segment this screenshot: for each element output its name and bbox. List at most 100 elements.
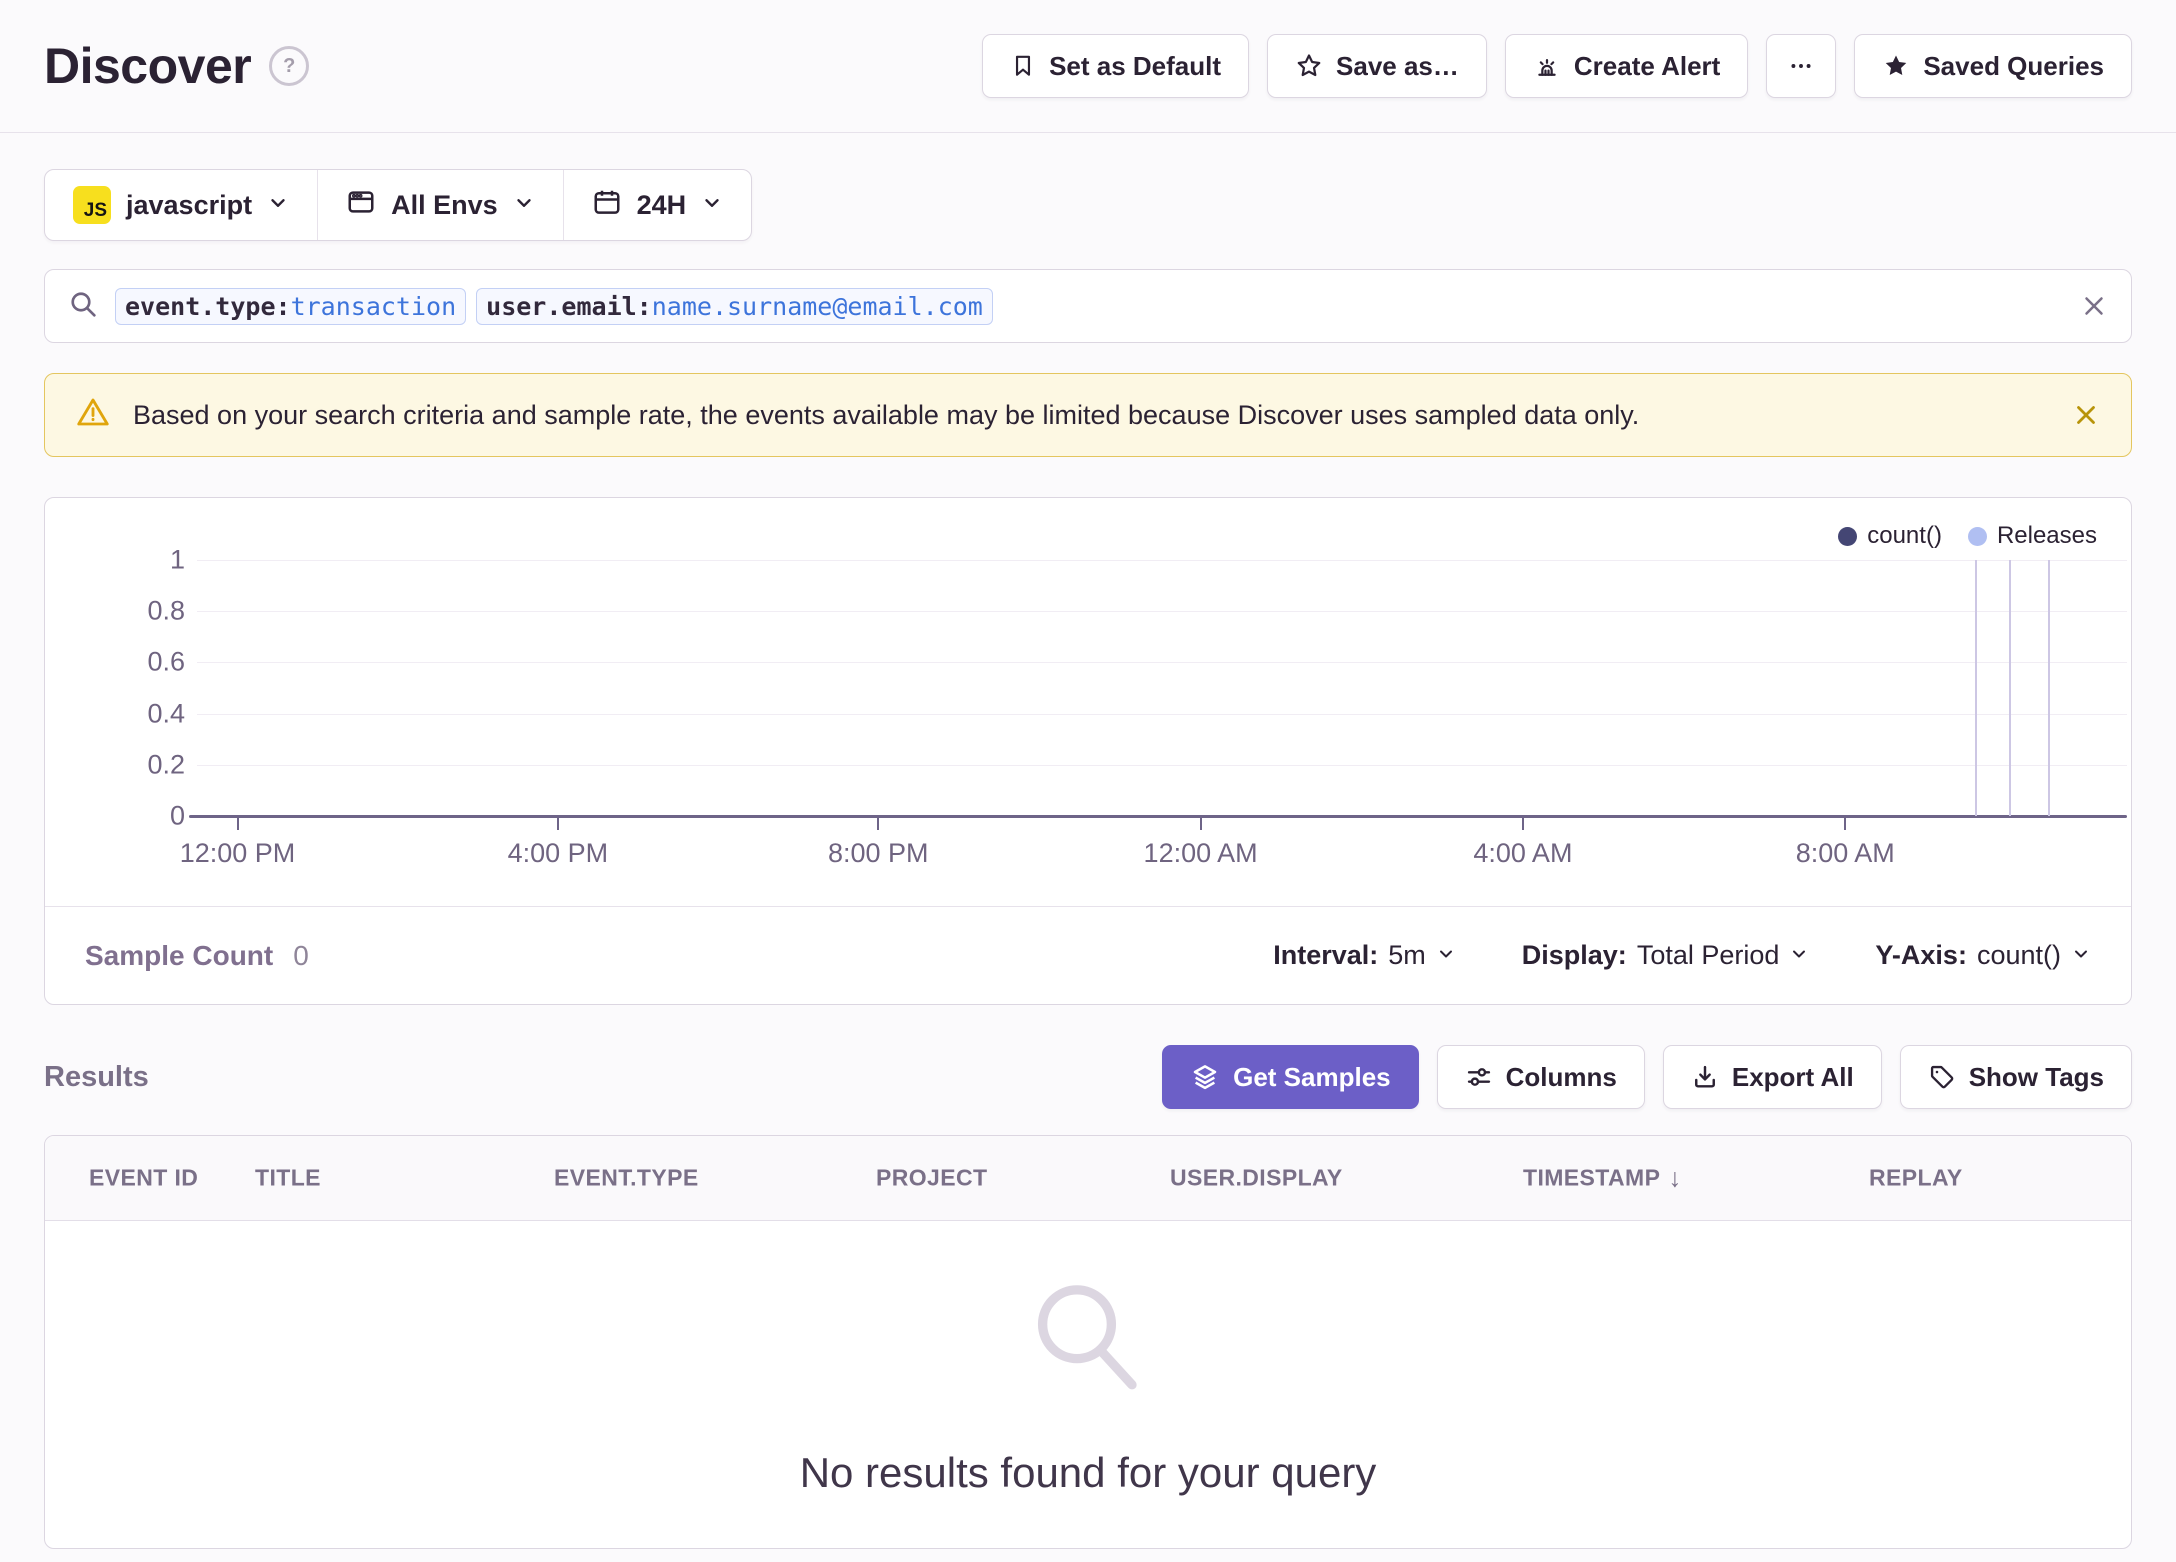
- chart-legend: count() Releases: [1838, 522, 2097, 550]
- y-axis-tick-label: 0.6: [147, 646, 185, 677]
- interval-value: 5m: [1388, 940, 1426, 970]
- button-label: Set as Default: [1049, 50, 1222, 81]
- y-axis-tick-label: 0: [169, 800, 185, 831]
- display-label: Display:: [1521, 940, 1627, 970]
- dismiss-warning-button[interactable]: [2071, 400, 2101, 430]
- release-lines: [197, 560, 2127, 816]
- chevron-down-icon: [1436, 940, 1456, 971]
- legend-label: Releases: [1996, 522, 2097, 549]
- get-samples-button[interactable]: Get Samples: [1162, 1045, 1419, 1109]
- empty-state: No results found for your query: [45, 1220, 2131, 1548]
- x-axis-tick-label: 8:00 AM: [1795, 838, 1895, 868]
- token-value: transaction: [290, 291, 457, 321]
- create-alert-button[interactable]: Create Alert: [1504, 34, 1749, 98]
- column-header-project[interactable]: PROJECT: [876, 1165, 987, 1192]
- bookmark-icon: [1010, 52, 1036, 80]
- page-title: Discover: [44, 38, 252, 94]
- chevron-down-icon: [513, 190, 535, 221]
- search-token-list: event.type:transaction user.email:name.s…: [115, 287, 993, 325]
- table-header-row: EVENT ID TITLE EVENT.TYPE PROJECT USER.D…: [45, 1136, 2131, 1221]
- chevron-down-icon: [2071, 940, 2091, 971]
- interval-dropdown[interactable]: Interval: 5m: [1273, 940, 1456, 971]
- column-header-timestamp[interactable]: TIMESTAMP ↓: [1523, 1163, 1682, 1194]
- page-header: Discover ? Set as Default Save as… Creat…: [0, 0, 2176, 133]
- sample-count-value: 0: [293, 939, 309, 971]
- search-token[interactable]: event.type:transaction: [115, 287, 467, 325]
- project-filter-label: javascript: [126, 189, 253, 220]
- chevron-down-icon: [267, 190, 289, 221]
- clear-search-button[interactable]: [2079, 291, 2109, 321]
- empty-state-message: No results found for your query: [799, 1448, 1377, 1496]
- columns-button[interactable]: Columns: [1436, 1045, 1645, 1109]
- display-value: Total Period: [1636, 940, 1780, 970]
- magnifier-icon: [1022, 1272, 1154, 1409]
- warning-triangle-icon: [75, 394, 111, 437]
- button-label: Save as…: [1336, 50, 1459, 81]
- date-range-dropdown[interactable]: 24H: [564, 187, 752, 224]
- sample-count-label: Sample Count: [85, 939, 274, 971]
- sampled-data-warning-banner: Based on your search criteria and sample…: [44, 373, 2132, 457]
- search-input[interactable]: event.type:transaction user.email:name.s…: [44, 269, 2132, 343]
- button-label: Show Tags: [1968, 1061, 2104, 1092]
- export-all-button[interactable]: Export All: [1662, 1045, 1882, 1109]
- column-header-event-id[interactable]: EVENT ID: [89, 1165, 198, 1192]
- download-icon: [1691, 1063, 1719, 1091]
- chart-controls: Interval: 5m Display: Total Period Y-Axi…: [1273, 940, 2091, 971]
- date-range-label: 24H: [636, 189, 687, 220]
- tag-icon: [1928, 1063, 1956, 1091]
- legend-item-count[interactable]: count(): [1838, 522, 1942, 550]
- y-axis: 1 0.8 0.6 0.4 0.2 0: [103, 545, 185, 831]
- y-axis-dropdown[interactable]: Y-Axis: count(): [1875, 940, 2091, 971]
- y-axis-label: Y-Axis:: [1875, 940, 1967, 970]
- x-axis-tick-label: 8:00 PM: [828, 838, 929, 868]
- token-key: user.email:: [486, 291, 652, 321]
- saved-queries-button[interactable]: Saved Queries: [1854, 34, 2132, 98]
- chevron-down-icon: [1789, 940, 1809, 971]
- results-actions: Get Samples Columns Export All Show Tags: [1162, 1045, 2132, 1109]
- warning-message: Based on your search criteria and sample…: [133, 399, 1640, 430]
- x-axis-tick-label: 4:00 PM: [507, 838, 609, 868]
- calendar-icon: [592, 187, 622, 224]
- stack-icon: [1190, 1062, 1220, 1092]
- display-dropdown[interactable]: Display: Total Period: [1522, 940, 1810, 971]
- release-marker: [2009, 560, 2012, 816]
- window-icon: [346, 187, 376, 224]
- column-header-replay[interactable]: REPLAY: [1869, 1165, 1963, 1192]
- header-actions: Set as Default Save as… Create Alert Sav…: [982, 34, 2132, 98]
- set-as-default-button[interactable]: Set as Default: [982, 34, 1250, 98]
- x-axis-tick-label: 12:00 PM: [179, 838, 296, 868]
- release-marker: [1974, 560, 1977, 816]
- environment-filter-label: All Envs: [391, 189, 498, 220]
- token-key: event.type:: [125, 291, 291, 321]
- token-value: name.surname@email.com: [651, 291, 983, 321]
- y-axis-tick-label: 1: [169, 544, 185, 575]
- ellipsis-icon: [1788, 53, 1814, 79]
- x-axis-tick: [556, 818, 559, 830]
- discover-page: Discover ? Set as Default Save as… Creat…: [0, 0, 2176, 1562]
- x-axis-tick-label: 12:00 AM: [1143, 838, 1258, 868]
- column-header-title[interactable]: TITLE: [255, 1165, 321, 1192]
- project-filter-dropdown[interactable]: JS javascript: [45, 186, 317, 224]
- y-axis-value: count(): [1976, 940, 2061, 970]
- sort-descending-icon: ↓: [1668, 1162, 1682, 1193]
- search-token[interactable]: user.email:name.surname@email.com: [476, 287, 993, 325]
- legend-label: count(): [1867, 522, 1942, 549]
- button-label: Get Samples: [1233, 1061, 1391, 1092]
- y-axis-tick-label: 0.8: [147, 595, 185, 626]
- y-axis-tick-label: 0.2: [147, 749, 185, 780]
- column-header-label: TIMESTAMP: [1523, 1164, 1661, 1191]
- column-header-event-type[interactable]: EVENT.TYPE: [554, 1165, 699, 1192]
- results-table: EVENT ID TITLE EVENT.TYPE PROJECT USER.D…: [44, 1135, 2132, 1549]
- help-icon[interactable]: ?: [269, 46, 310, 86]
- chart-footer: Sample Count 0 Interval: 5m Display: Tot…: [45, 906, 2131, 1004]
- save-as-button[interactable]: Save as…: [1267, 34, 1487, 98]
- more-options-button[interactable]: [1766, 34, 1837, 98]
- button-label: Create Alert: [1573, 50, 1721, 81]
- column-header-user-display[interactable]: USER.DISPLAY: [1170, 1165, 1343, 1192]
- page-filter-bar: JS javascript All Envs 24H: [44, 169, 753, 241]
- button-label: Export All: [1731, 1061, 1854, 1092]
- button-label: Saved Queries: [1923, 50, 2104, 81]
- environment-filter-dropdown[interactable]: All Envs: [318, 187, 563, 224]
- show-tags-button[interactable]: Show Tags: [1899, 1045, 2132, 1109]
- legend-item-releases[interactable]: Releases: [1967, 522, 2097, 550]
